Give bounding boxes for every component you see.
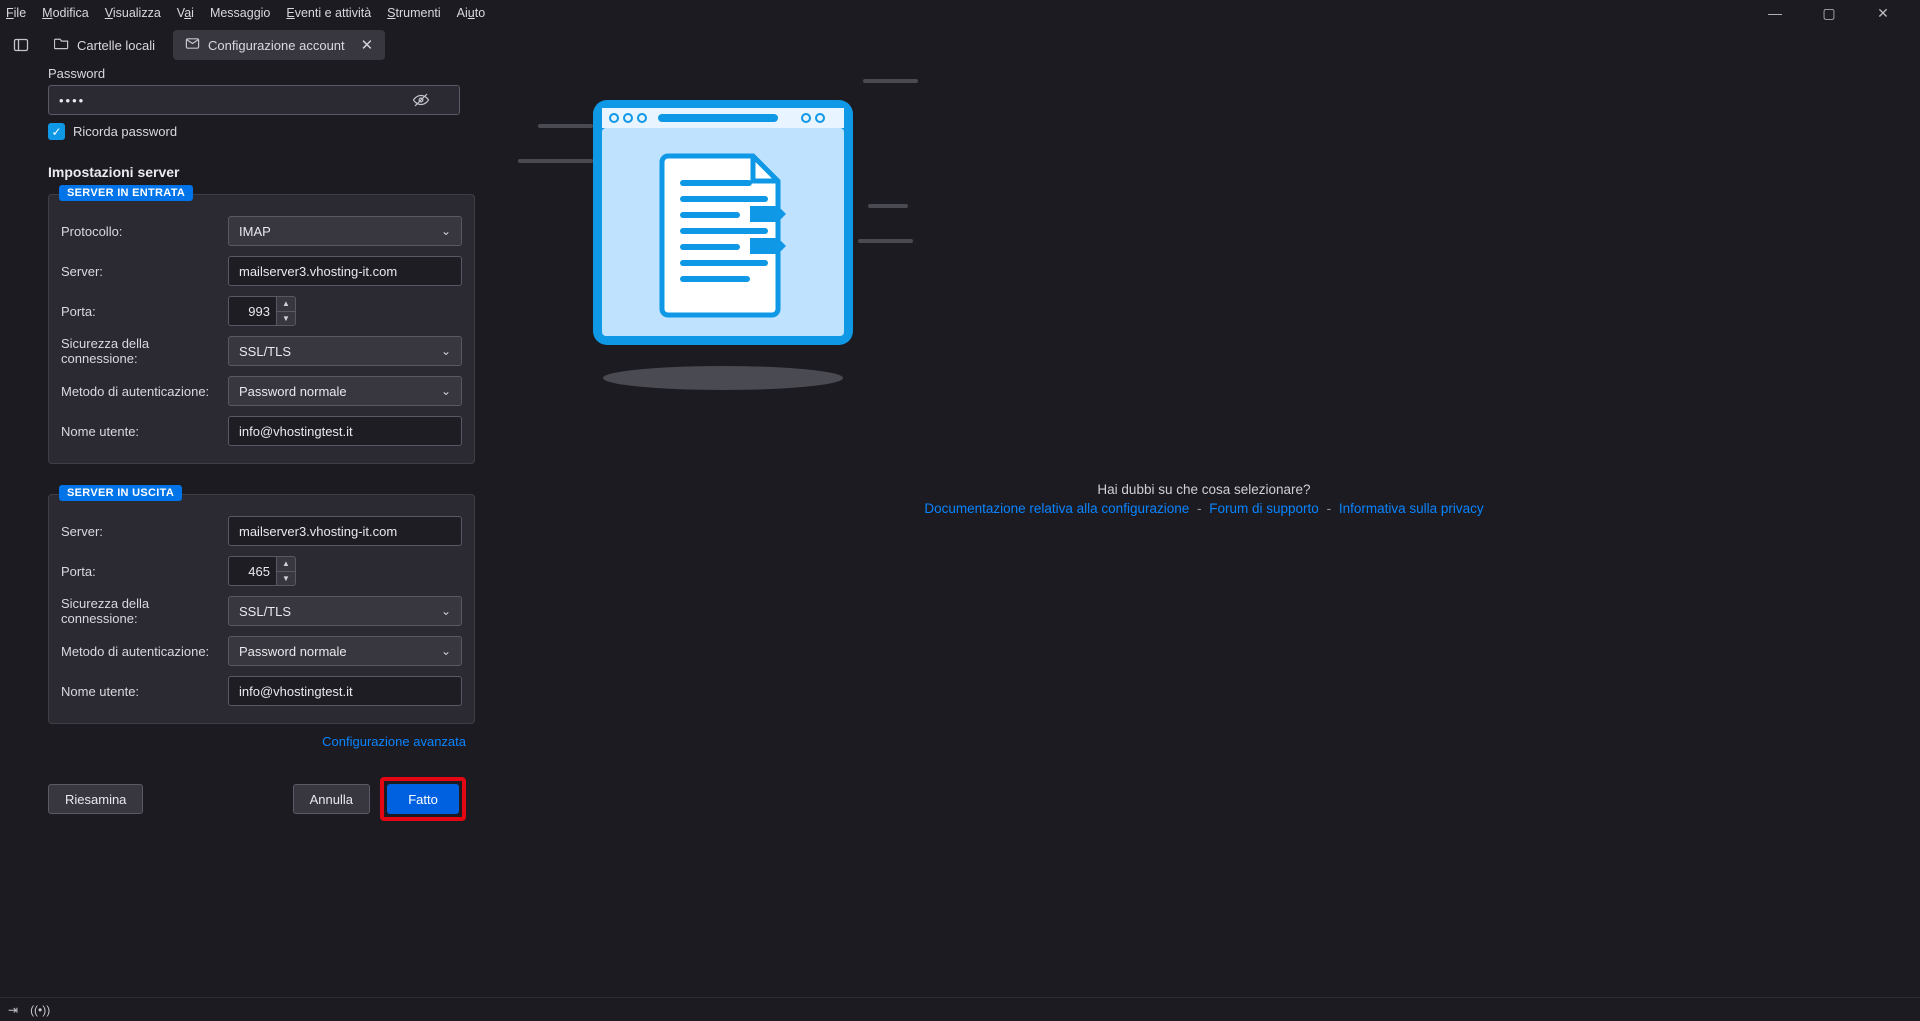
- tab-label: Cartelle locali: [77, 38, 155, 53]
- help-question: Hai dubbi su che cosa selezionare?: [488, 482, 1920, 497]
- outgoing-username-input[interactable]: [228, 676, 462, 706]
- menu-file[interactable]: File: [6, 6, 26, 20]
- forum-link[interactable]: Forum di supporto: [1209, 501, 1319, 516]
- incoming-auth-select[interactable]: Password normale⌄: [228, 376, 462, 406]
- menu-tools[interactable]: Strumenti: [387, 6, 441, 20]
- advanced-config-link[interactable]: Configurazione avanzata: [322, 734, 466, 749]
- decoration-line: [858, 239, 913, 243]
- chevron-down-icon: ⌄: [441, 644, 451, 658]
- retest-button[interactable]: Riesamina: [48, 784, 143, 814]
- close-tab-icon[interactable]: ✕: [361, 36, 374, 54]
- port-stepper[interactable]: ▲▼: [276, 296, 296, 326]
- auth-label: Metodo di autenticazione:: [61, 384, 216, 399]
- done-button[interactable]: Fatto: [387, 784, 459, 814]
- outgoing-security-select[interactable]: SSL/TLS⌄: [228, 596, 462, 626]
- doc-link[interactable]: Documentazione relativa alla configurazi…: [924, 501, 1189, 516]
- server-settings-heading: Impostazioni server: [48, 164, 466, 180]
- incoming-server-input[interactable]: [228, 256, 462, 286]
- tab-bar: Cartelle locali Configurazione account ✕: [0, 26, 1920, 64]
- window-minimize-icon[interactable]: —: [1754, 5, 1796, 22]
- security-label: Sicurezza della connessione:: [61, 596, 216, 626]
- security-label: Sicurezza della connessione:: [61, 336, 216, 366]
- privacy-link[interactable]: Informativa sulla privacy: [1339, 501, 1484, 516]
- decoration-line: [868, 204, 908, 208]
- tab-account-config[interactable]: Configurazione account ✕: [173, 30, 385, 60]
- outgoing-legend: SERVER IN USCITA: [59, 485, 182, 501]
- status-bar: ⇥ ((•)): [0, 997, 1920, 1021]
- remember-password-checkbox[interactable]: ✓: [48, 123, 65, 140]
- server-label: Server:: [61, 264, 216, 279]
- incoming-protocol-select[interactable]: IMAP ⌄: [228, 216, 462, 246]
- password-input[interactable]: [48, 85, 460, 115]
- folder-icon: [54, 36, 69, 54]
- chevron-down-icon: ⌄: [441, 224, 451, 238]
- password-label: Password: [48, 66, 466, 81]
- chevron-down-icon: ⌄: [441, 344, 451, 358]
- outgoing-server-input[interactable]: [228, 516, 462, 546]
- incoming-username-input[interactable]: [228, 416, 462, 446]
- toggle-password-icon[interactable]: [412, 91, 430, 112]
- username-label: Nome utente:: [61, 684, 216, 699]
- cancel-button[interactable]: Annulla: [293, 784, 370, 814]
- outgoing-auth-select[interactable]: Password normale⌄: [228, 636, 462, 666]
- activity-icon[interactable]: ((•)): [30, 1003, 50, 1017]
- port-label: Porta:: [61, 564, 216, 579]
- done-button-highlight: Fatto: [380, 777, 466, 821]
- incoming-security-select[interactable]: SSL/TLS⌄: [228, 336, 462, 366]
- decoration-line: [538, 124, 593, 128]
- auth-label: Metodo di autenticazione:: [61, 644, 216, 659]
- tab-label: Configurazione account: [208, 38, 345, 53]
- port-label: Porta:: [61, 304, 216, 319]
- window-restore-icon[interactable]: ▢: [1808, 5, 1850, 22]
- menu-edit[interactable]: Modifica: [42, 6, 89, 20]
- incoming-legend: SERVER IN ENTRATA: [59, 185, 193, 201]
- tab-local-folders[interactable]: Cartelle locali: [42, 30, 167, 60]
- chevron-down-icon: ⌄: [441, 384, 451, 398]
- menu-view[interactable]: Visualizza: [105, 6, 161, 20]
- help-block: Hai dubbi su che cosa selezionare? Docum…: [488, 482, 1920, 516]
- remember-password-label: Ricorda password: [73, 124, 177, 139]
- chevron-down-icon: ⌄: [441, 604, 451, 618]
- decoration-line: [863, 79, 918, 83]
- menu-go[interactable]: Vai: [177, 6, 194, 20]
- outgoing-port-input[interactable]: [228, 556, 276, 586]
- incoming-port-input[interactable]: [228, 296, 276, 326]
- config-form: Password ✓ Ricorda password Impostazioni…: [0, 64, 488, 997]
- decoration-line: [518, 159, 593, 163]
- outgoing-server-box: SERVER IN USCITA Server: Porta: ▲▼ Sicur…: [48, 494, 475, 724]
- protocol-label: Protocollo:: [61, 224, 216, 239]
- server-label: Server:: [61, 524, 216, 539]
- menu-help[interactable]: Aiuto: [457, 6, 486, 20]
- mail-settings-icon: [185, 36, 200, 54]
- document-illustration: [588, 100, 858, 403]
- menu-message[interactable]: Messaggio: [210, 6, 270, 20]
- username-label: Nome utente:: [61, 424, 216, 439]
- window-close-icon[interactable]: ✕: [1862, 5, 1904, 22]
- incoming-server-box: SERVER IN ENTRATA Protocollo: IMAP ⌄ Ser…: [48, 194, 475, 464]
- sync-icon[interactable]: ⇥: [8, 1003, 18, 1017]
- spaces-toolbar-icon[interactable]: [6, 31, 36, 59]
- menu-events[interactable]: Eventi e attività: [286, 6, 371, 20]
- menu-bar: File Modifica Visualizza Vai Messaggio E…: [0, 0, 1920, 26]
- port-stepper[interactable]: ▲▼: [276, 556, 296, 586]
